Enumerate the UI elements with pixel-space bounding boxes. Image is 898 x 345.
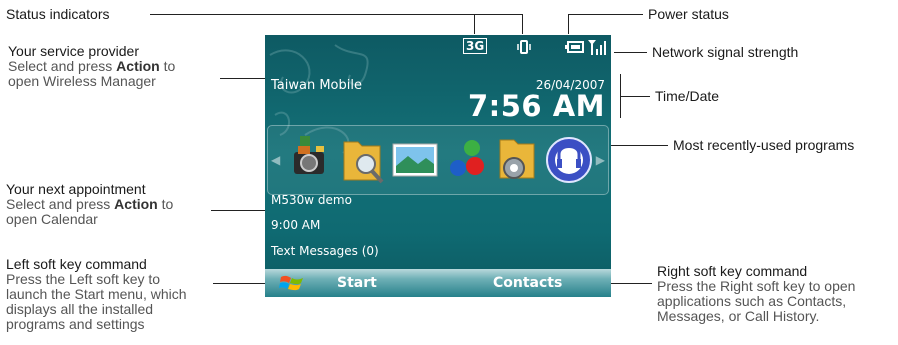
left-soft-key-title: Left soft key command xyxy=(6,256,147,272)
right-soft-key-desc-2: applications such as Contacts, xyxy=(657,293,847,309)
service-provider-desc-1: Select and press Action to xyxy=(8,58,176,74)
text-messages-item[interactable]: Text Messages (0) xyxy=(271,244,379,258)
right-soft-key-desc-1: Press the Right soft key to open xyxy=(657,278,856,294)
windows-flag-icon[interactable] xyxy=(279,273,305,293)
status-callout-tick-vibrate xyxy=(522,14,523,34)
right-soft-key-title: Right soft key command xyxy=(657,263,808,279)
service-provider-callout-line xyxy=(220,78,270,79)
next-appointment-desc-2: open Calendar xyxy=(6,211,98,227)
right-soft-key-annotation: Right soft key command Press the Right s… xyxy=(657,264,855,324)
time-display: 7:56 AM xyxy=(467,89,605,123)
appointment-callout-line xyxy=(211,210,269,211)
appointment-title[interactable]: M530w demo xyxy=(271,193,352,207)
vibrate-icon xyxy=(517,40,531,54)
left-arrow-icon[interactable]: ◀ xyxy=(271,153,280,167)
left-soft-key-desc-3: displays all the installed xyxy=(6,301,154,317)
time-date-label: Time/Date xyxy=(655,88,720,104)
left-soft-key-annotation: Left soft key command Press the Left sof… xyxy=(6,257,187,332)
status-callout-line xyxy=(150,14,523,15)
soft-key-bar: Start Contacts xyxy=(265,269,611,297)
network-signal-label: Network signal strength xyxy=(652,44,799,60)
signal-callout-line xyxy=(614,52,647,53)
status-callout-tick-3g xyxy=(474,14,475,34)
left-soft-key-desc-4: programs and settings xyxy=(6,316,145,332)
pictures-icon[interactable] xyxy=(390,132,440,188)
camera-app-icon[interactable] xyxy=(286,132,336,188)
start-soft-key[interactable]: Start xyxy=(337,275,377,291)
power-callout-line xyxy=(568,14,643,15)
status-indicators-label: Status indicators xyxy=(6,6,110,22)
service-provider-title: Your service provider xyxy=(8,43,139,59)
file-explorer-icon[interactable] xyxy=(338,132,388,188)
recent-programs-label: Most recently-used programs xyxy=(673,137,855,153)
service-provider-desc-2: open Wireless Manager xyxy=(8,73,156,89)
timedate-callout-line xyxy=(620,96,650,97)
left-soft-key-desc-2: launch the Start menu, which xyxy=(6,286,187,302)
messenger-icon[interactable] xyxy=(442,132,492,188)
appointment-time[interactable]: 9:00 AM xyxy=(271,218,320,232)
service-provider-name[interactable]: Taiwan Mobile xyxy=(271,78,362,93)
recent-programs-strip: ◀ ▶ xyxy=(267,125,609,195)
next-appointment-title: Your next appointment xyxy=(6,181,146,197)
right-arrow-icon[interactable]: ▶ xyxy=(596,153,605,167)
power-callout-tick xyxy=(568,14,569,34)
service-provider-annotation: Your service provider Select and press A… xyxy=(8,44,175,89)
contacts-soft-key[interactable]: Contacts xyxy=(493,275,562,291)
media-player-icon[interactable] xyxy=(544,132,594,188)
3g-icon: 3G xyxy=(463,38,488,54)
phone-home-screen: 3G Taiwan Mobile 26/04/2007 7:56 AM ◀ ▶ xyxy=(265,35,611,297)
right-soft-key-desc-3: Messages, or Call History. xyxy=(657,308,820,324)
battery-icon xyxy=(565,41,584,53)
power-status-label: Power status xyxy=(648,6,729,22)
signal-strength-icon xyxy=(588,40,606,55)
next-appointment-desc-1: Select and press Action to xyxy=(6,196,174,212)
recent-programs-callout-line xyxy=(605,145,668,146)
left-soft-key-desc-1: Press the Left soft key to xyxy=(6,271,161,287)
settings-folder-icon[interactable] xyxy=(492,132,542,188)
next-appointment-annotation: Your next appointment Select and press A… xyxy=(6,182,173,227)
